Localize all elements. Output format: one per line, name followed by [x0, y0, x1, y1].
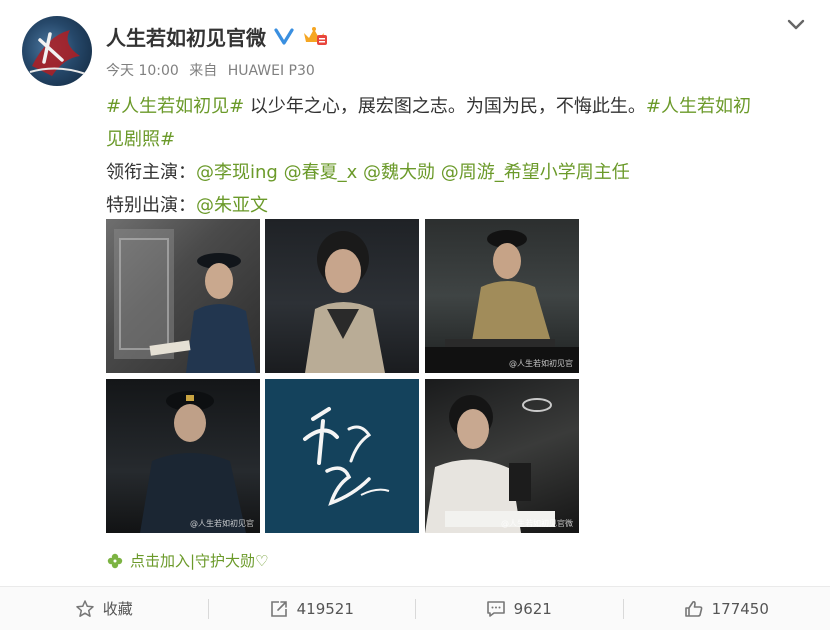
photo-thumbnail[interactable] [265, 219, 419, 373]
photo-thumbnail[interactable] [265, 379, 419, 533]
like-count: 177450 [712, 600, 769, 618]
favorite-label: 收藏 [103, 598, 133, 619]
special-label: 特别出演： [106, 195, 196, 216]
comment-count: 9621 [514, 600, 552, 618]
photo-thumbnail[interactable] [106, 219, 260, 373]
post-line-2: 见剧照# [106, 123, 806, 156]
repost-button[interactable]: 419521 [208, 587, 416, 630]
post-text: #人生若如初见# 以少年之心，展宏图之志。为国为民，不悔此生。#人生若如初 见剧… [106, 90, 806, 222]
author-row: 人生若如初见官微 [106, 20, 328, 52]
mention-link[interactable]: @朱亚文 [196, 195, 268, 216]
clover-icon [106, 552, 124, 570]
repost-icon [269, 599, 289, 619]
comment-button[interactable]: 9621 [415, 587, 623, 630]
cast-label: 领衔主演： [106, 162, 196, 183]
thumbs-up-icon [684, 599, 704, 619]
weibo-post-card: 人生若如初见官微 今天 10:00 来自 HUAWEI P30 #人生若如初见#… [0, 0, 830, 629]
hashtag-link[interactable]: 见剧照# [106, 129, 175, 150]
photo-thumbnail[interactable]: @人生若如初见官 [425, 219, 579, 373]
post-body-text: 以少年之心，展宏图之志。为国为民，不悔此生。 [244, 96, 646, 117]
special-line: 特别出演：@朱亚文 [106, 189, 806, 222]
comment-icon [486, 599, 506, 619]
post-line-1: #人生若如初见# 以少年之心，展宏图之志。为国为民，不悔此生。#人生若如初 [106, 90, 806, 123]
source-prefix: 来自 [189, 63, 217, 79]
hashtag-link[interactable]: #人生若如初 [646, 96, 751, 117]
verified-icon [274, 26, 294, 46]
post-time[interactable]: 今天 10:00 [106, 63, 179, 79]
action-bar: 收藏 419521 9621 177450 [0, 586, 830, 630]
watermark: @人生若如初见官 [509, 358, 573, 369]
photo-thumbnail[interactable]: @人生若如初见官 [106, 379, 260, 533]
watermark: @人生若如初见官 [190, 518, 254, 529]
follow-link[interactable]: 点击加入|守护大勋♡ [106, 550, 269, 571]
repost-count: 419521 [297, 600, 354, 618]
mention-link[interactable]: @周游_希望小学周主任 [441, 162, 630, 183]
hashtag-link[interactable]: #人生若如初见# [106, 96, 244, 117]
cast-line: 领衔主演：@李现ing @春夏_x @魏大勋 @周游_希望小学周主任 [106, 156, 806, 189]
star-icon [75, 599, 95, 619]
mention-link[interactable]: @李现ing [196, 162, 278, 183]
photo-thumbnail[interactable]: @人生若如初见官微 [425, 379, 579, 533]
vip-crown-icon[interactable] [302, 26, 328, 46]
follow-link-text[interactable]: 点击加入|守护大勋♡ [130, 550, 269, 571]
chevron-down-icon[interactable] [784, 12, 808, 36]
image-grid: @人生若如初见官 @人生若如初见官 [106, 219, 580, 534]
username[interactable]: 人生若如初见官微 [106, 22, 266, 51]
like-button[interactable]: 177450 [623, 587, 830, 630]
watermark: @人生若如初见官微 [501, 518, 573, 529]
source-device[interactable]: HUAWEI P30 [228, 63, 315, 79]
favorite-button[interactable]: 收藏 [0, 587, 208, 630]
mention-link[interactable]: @春夏_x [284, 162, 358, 183]
avatar[interactable] [22, 16, 92, 86]
post-meta: 今天 10:00 来自 HUAWEI P30 [106, 60, 321, 80]
mention-link[interactable]: @魏大勋 [363, 162, 435, 183]
